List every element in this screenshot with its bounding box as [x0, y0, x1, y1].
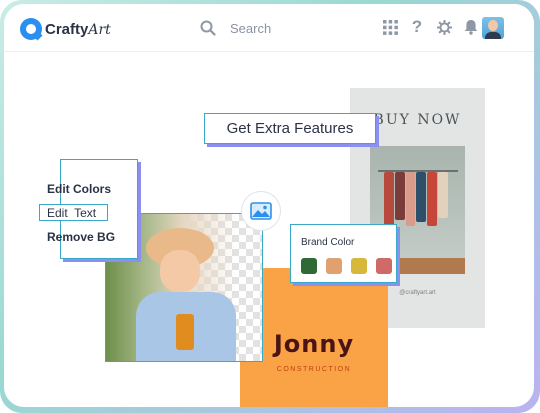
menu-item-edit-text[interactable]: Edit Text [47, 206, 96, 220]
color-swatch-4[interactable] [376, 258, 392, 274]
grid-icon[interactable] [382, 18, 398, 36]
color-swatch-1[interactable] [301, 258, 317, 274]
app-frame: CraftyArt Search ? BUY NOW @craftyart.ar… [0, 0, 540, 413]
logo-script: Art [88, 21, 111, 38]
menu-item-edit-colors[interactable]: Edit Colors [47, 182, 111, 196]
search-input[interactable]: Search [230, 21, 271, 36]
get-extra-features-button[interactable]: Get Extra Features [204, 113, 376, 144]
help-icon[interactable]: ? [409, 17, 425, 36]
search-icon [200, 20, 216, 36]
search-bar[interactable]: Search [200, 20, 271, 36]
header-actions: ? [382, 17, 479, 36]
logo-mark-icon [20, 18, 42, 40]
brand-color-title: Brand Color [301, 237, 355, 248]
logo-card-tagline: CONSTRUCTION [276, 366, 352, 373]
color-swatch-2[interactable] [326, 258, 342, 274]
image-icon [250, 202, 272, 220]
top-bar: CraftyArt Search ? [4, 4, 534, 52]
settings-icon[interactable] [436, 18, 452, 36]
menu-item-remove-bg[interactable]: Remove BG [47, 230, 115, 244]
app-logo[interactable]: CraftyArt [20, 18, 111, 40]
bell-icon[interactable] [463, 18, 479, 36]
color-swatch-3[interactable] [351, 258, 367, 274]
app-window: CraftyArt Search ? BUY NOW @craftyart.ar… [4, 4, 534, 407]
logo-name: Crafty [45, 20, 89, 38]
avatar[interactable] [482, 17, 504, 39]
image-icon-button[interactable] [241, 191, 281, 231]
brand-color-panel: Brand Color [290, 224, 397, 283]
brand-color-swatches [301, 258, 392, 274]
